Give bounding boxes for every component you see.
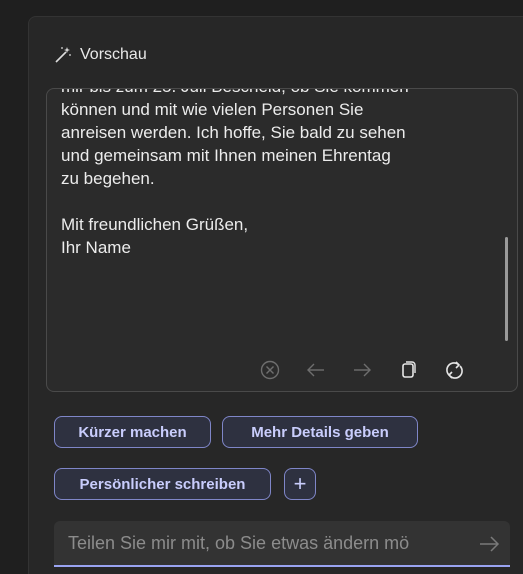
refresh-icon <box>446 361 463 379</box>
cancel-button[interactable] <box>257 357 283 383</box>
input-placeholder: Teilen Sie mir mit, ob Sie etwas ändern … <box>68 533 410 553</box>
regenerate-button[interactable] <box>441 357 467 383</box>
preview-title: Vorschau <box>80 46 147 63</box>
preview-paragraph-2: Mit freundlichen Grüßen, Ihr Name <box>61 215 249 257</box>
preview-textbox[interactable]: mir bis zum 25. Juli Bescheid, ob Sie ko… <box>46 88 518 392</box>
forward-arrow-icon <box>354 363 371 377</box>
send-arrow-icon[interactable] <box>478 533 500 555</box>
add-suggestion-button[interactable]: + <box>284 468 316 500</box>
cancel-icon <box>260 360 280 380</box>
more-details-button[interactable]: Mehr Details geben <box>222 416 418 448</box>
forward-button[interactable] <box>349 357 375 383</box>
more-personal-button[interactable]: Persönlicher schreiben <box>54 468 271 500</box>
preview-actions <box>257 357 487 383</box>
preview-paragraph-1: können und mit wie vielen Personen Sie a… <box>61 100 406 188</box>
message-input[interactable]: Teilen Sie mir mit, ob Sie etwas ändern … <box>54 521 510 567</box>
copy-icon <box>402 361 416 378</box>
back-arrow-icon <box>307 363 324 377</box>
copy-button[interactable] <box>395 357 421 383</box>
back-button[interactable] <box>303 357 329 383</box>
preview-header: Vorschau <box>54 46 147 64</box>
magic-wand-icon <box>55 47 71 63</box>
scrollbar-thumb[interactable] <box>505 237 508 341</box>
shorter-button[interactable]: Kürzer machen <box>54 416 211 448</box>
preview-partial-line: mir bis zum 25. Juli Bescheid, ob Sie ko… <box>61 89 497 98</box>
preview-text: mir bis zum 25. Juli Bescheid, ob Sie ko… <box>61 89 497 282</box>
